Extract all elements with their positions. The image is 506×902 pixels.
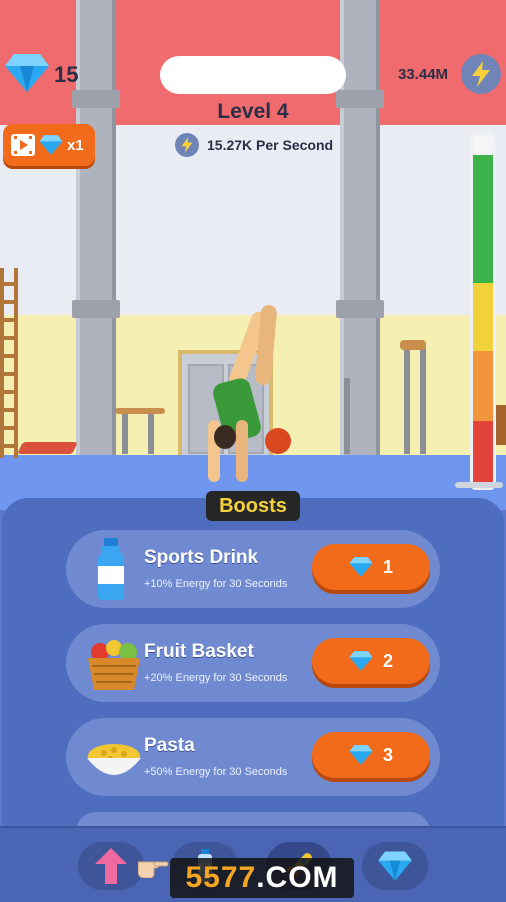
parallel-bar-post: [122, 412, 128, 454]
pointing-hand-icon: [137, 852, 170, 883]
gem-shop-icon: [378, 851, 412, 881]
watermark: 5577.COM: [170, 858, 354, 898]
parallel-bar-post: [148, 412, 154, 454]
gem-icon: [349, 745, 373, 765]
energy-total: 33.44M: [398, 66, 449, 83]
watermark-suffix: .COM: [256, 861, 339, 894]
gem-icon: [349, 557, 373, 577]
energy-rate-text: 15.27K Per Second: [207, 137, 334, 153]
watch-ad-button[interactable]: x1: [3, 124, 95, 166]
video-icon: [11, 134, 35, 156]
boosts-title: Boosts: [206, 491, 300, 521]
boost-description: +20% Energy for 30 Seconds: [144, 672, 288, 684]
gem-count: 15: [54, 62, 79, 87]
parallel-bar-post: [404, 348, 410, 454]
energy-meter-base: [455, 482, 503, 488]
boost-title: Pasta: [144, 735, 195, 756]
wall-bars: [0, 268, 18, 458]
energy-rate: 15.27K Per Second: [175, 132, 333, 158]
lightning-icon: [175, 133, 199, 157]
boost-description: +50% Energy for 30 Seconds: [144, 766, 288, 778]
nav-gem-shop-button[interactable]: [362, 842, 428, 890]
fruit-basket-icon: [84, 632, 144, 694]
medicine-ball: [265, 428, 291, 454]
ad-multiplier: x1: [67, 136, 84, 154]
buy-fruit-basket-button[interactable]: 2: [312, 638, 430, 684]
buy-sports-drink-button[interactable]: 1: [312, 544, 430, 590]
parallel-bar-post: [420, 348, 426, 454]
boost-price: 1: [382, 556, 393, 577]
pillar-left: [72, 0, 120, 455]
boost-description: +10% Energy for 30 Seconds: [144, 578, 288, 590]
pasta-bowl-icon: [84, 726, 144, 788]
boost-card-fruit-basket: Fruit Basket +20% Energy for 30 Seconds …: [66, 624, 440, 702]
parallel-bar-post: [344, 378, 350, 454]
gem-icon: [349, 651, 373, 671]
buy-pasta-button[interactable]: 3: [312, 732, 430, 778]
top-bar-pill: [160, 56, 346, 94]
boost-price: 2: [382, 650, 393, 671]
parallel-bar-rail: [115, 408, 165, 414]
lightning-icon: [472, 61, 490, 87]
energy-button[interactable]: [461, 54, 501, 94]
water-bottle-icon: [84, 538, 144, 600]
upgrade-arrow-icon: [95, 848, 127, 884]
gem-icon: [39, 135, 63, 155]
gem-icon: [4, 52, 50, 99]
gymnast-head: [214, 425, 236, 449]
springboard: [17, 442, 78, 454]
watermark-brand: 5577: [185, 861, 257, 894]
parallel-bar-rail: [400, 340, 426, 350]
boost-card-sports-drink: Sports Drink +10% Energy for 30 Seconds …: [66, 530, 440, 608]
boost-card-pasta: Pasta +50% Energy for 30 Seconds 3: [66, 718, 440, 796]
gymnast-arm: [236, 420, 248, 482]
boost-title: Fruit Basket: [144, 641, 254, 662]
boost-price: 3: [382, 744, 393, 765]
boost-title: Sports Drink: [144, 547, 259, 568]
nav-upgrades-button[interactable]: [78, 842, 144, 890]
energy-meter: [470, 132, 496, 490]
level-label: Level 4: [217, 100, 289, 123]
